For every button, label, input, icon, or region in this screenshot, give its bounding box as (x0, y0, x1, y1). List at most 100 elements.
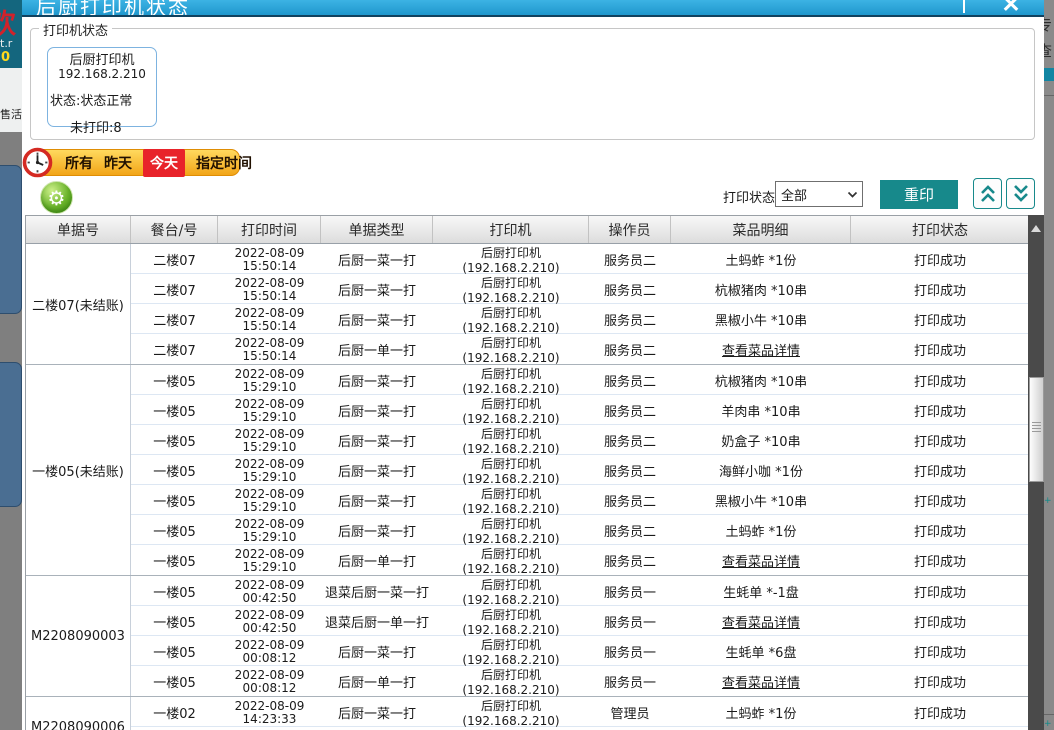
cell-doc-type: 后厨一菜一打 (321, 280, 433, 299)
table-row[interactable]: 一楼052022-08-0900:08:12后厨一单一打后厨打印机(192.16… (131, 666, 1029, 696)
print-status-select[interactable]: 全部 (775, 181, 863, 207)
scrollbar-thumb[interactable] (1029, 377, 1044, 482)
clock-icon (22, 147, 53, 178)
scrollbar-up-arrow[interactable] (1028, 215, 1044, 241)
column-header-print-time: 打印时间 (218, 216, 321, 243)
cell-printer: 后厨打印机(192.168.2.210) (433, 666, 589, 697)
cell-dish-detail: 海鲜小咖 *1份 (671, 461, 851, 480)
cell-dish-detail: 土蚂蚱 *1份 (671, 703, 851, 722)
cell-print-status: 打印成功 (851, 642, 1029, 661)
close-icon: ✕ (1001, 0, 1020, 17)
table-row[interactable]: 一楼052022-08-0900:42:50退菜后厨一菜一打后厨打印机(192.… (131, 576, 1029, 606)
reprint-button[interactable]: 重印 (880, 180, 958, 209)
printer-status-text: 状态:状态正常 (48, 90, 156, 109)
cell-printer: 后厨打印机(192.168.2.210) (433, 334, 589, 365)
table-row[interactable]: 一楼052022-08-0915:29:10后厨一菜一打后厨打印机(192.16… (131, 485, 1029, 515)
scroll-to-top-button[interactable] (973, 178, 1002, 209)
printer-card[interactable]: 后厨打印机 192.168.2.210 状态:状态正常 未打印:8 (47, 47, 157, 127)
cell-printer: 后厨打印机(192.168.2.210) (433, 697, 589, 728)
background-teal-mark: + (1044, 719, 1052, 729)
column-header-print-status: 打印状态 (851, 216, 1029, 243)
dialog-title: 后厨打印机状态 (36, 0, 190, 17)
table-row[interactable]: 一楼052022-08-0915:29:10后厨一菜一打后厨打印机(192.16… (131, 365, 1029, 395)
vertical-scrollbar[interactable] (1028, 215, 1044, 730)
logo-url-fragment: t.r (0, 37, 12, 50)
table-row[interactable]: 二楼072022-08-0915:50:14后厨一菜一打后厨打印机(192.16… (131, 274, 1029, 304)
background-app-logo: 欢 t.r 0 (0, 0, 22, 68)
cell-print-status: 打印成功 (851, 521, 1029, 540)
kitchen-printer-status-dialog: 后厨打印机状态 ✕ 打印机状态 后厨打印机 192.168.2.210 状态:状… (22, 0, 1044, 730)
view-dish-detail-link[interactable]: 查看菜品详情 (722, 676, 800, 691)
cell-table-no: 一楼02 (131, 703, 218, 722)
table-body: 二楼07(未结账)二楼072022-08-0915:50:14后厨一菜一打后厨打… (26, 244, 1029, 730)
cell-dish-detail: 查看菜品详情 (671, 340, 851, 359)
background-right-strip: 专 查 + + (1044, 0, 1054, 730)
scroll-to-bottom-button[interactable] (1006, 178, 1035, 209)
cell-table-no: 一楼05 (131, 582, 218, 601)
titlebar-divider (963, 0, 965, 13)
cell-print-time: 2022-08-0915:29:10 (218, 368, 321, 394)
cell-print-status: 打印成功 (851, 672, 1029, 691)
bill-number-cell: 二楼07(未结账) (26, 244, 131, 364)
logo-number-fragment: 0 (1, 50, 10, 65)
cell-printer: 后厨打印机(192.168.2.210) (433, 425, 589, 456)
cell-dish-detail: 黑椒小牛 *10串 (671, 310, 851, 329)
double-chevron-down-icon (1012, 184, 1030, 203)
cell-table-no: 一楼05 (131, 461, 218, 480)
cell-dish-detail: 羊肉串 *10串 (671, 401, 851, 420)
logo-character: 欢 (0, 2, 16, 41)
time-filter-yesterday[interactable]: 昨天 (104, 153, 132, 173)
cell-operator: 服务员一 (589, 672, 671, 691)
background-table-button (0, 165, 22, 314)
table-row[interactable]: 一楼052022-08-0915:29:10后厨一菜一打后厨打印机(192.16… (131, 425, 1029, 455)
cell-doc-type: 退菜后厨一菜一打 (321, 582, 433, 601)
time-filter-all[interactable]: 所有 (65, 153, 93, 173)
cell-print-status: 打印成功 (851, 280, 1029, 299)
view-dish-detail-link[interactable]: 查看菜品详情 (722, 616, 800, 631)
cell-operator: 服务员二 (589, 431, 671, 450)
cell-operator: 管理员 (589, 703, 671, 722)
cell-doc-type: 后厨一菜一打 (321, 371, 433, 390)
table-row[interactable]: 一楼052022-08-0915:29:10后厨一单一打后厨打印机(192.16… (131, 545, 1029, 575)
settings-gear-icon[interactable]: ⚙ (40, 181, 73, 214)
table-row[interactable]: 一楼052022-08-0915:29:10后厨一菜一打后厨打印机(192.16… (131, 395, 1029, 425)
table-row[interactable]: 一楼052022-08-0915:29:10后厨一菜一打后厨打印机(192.16… (131, 455, 1029, 485)
background-char-fragment: 查 (1044, 40, 1052, 61)
background-teal-bar (1044, 68, 1054, 81)
scrollbar-grip (1032, 422, 1041, 434)
bill-group-rows: 二楼072022-08-0915:50:14后厨一菜一打后厨打印机(192.16… (131, 244, 1029, 364)
cell-table-no: 二楼07 (131, 250, 218, 269)
cell-print-time: 2022-08-0915:50:14 (218, 247, 321, 273)
printer-status-groupbox: 打印机状态 后厨打印机 192.168.2.210 状态:状态正常 未打印:8 (30, 28, 1035, 140)
double-chevron-up-icon (979, 184, 997, 203)
table-row[interactable]: 一楼052022-08-0900:42:50退菜后厨一单一打后厨打印机(192.… (131, 606, 1029, 636)
bill-group: M2208090003一楼052022-08-0900:42:50退菜后厨一菜一… (26, 576, 1029, 697)
table-row[interactable]: 一楼052022-08-0915:29:10后厨一菜一打后厨打印机(192.16… (131, 515, 1029, 545)
cell-table-no: 二楼07 (131, 280, 218, 299)
background-teal-mark: + (1044, 496, 1052, 506)
cell-operator: 服务员二 (589, 310, 671, 329)
printer-name: 后厨打印机 (48, 53, 156, 68)
triangle-up-icon (1031, 225, 1041, 232)
table-row[interactable]: 一楼052022-08-0900:08:12后厨一菜一打后厨打印机(192.16… (131, 636, 1029, 666)
view-dish-detail-link[interactable]: 查看菜品详情 (722, 344, 800, 359)
cell-doc-type: 后厨一菜一打 (321, 401, 433, 420)
view-dish-detail-link[interactable]: 查看菜品详情 (722, 555, 800, 570)
bill-group: 一楼05(未结账)一楼052022-08-0915:29:10后厨一菜一打后厨打… (26, 365, 1029, 576)
print-jobs-table: 单据号 餐台/号 打印时间 单据类型 打印机 操作员 菜品明细 打印状态 二楼0… (25, 215, 1029, 730)
time-filter-today[interactable]: 今天 (143, 149, 185, 177)
table-row[interactable]: 二楼072022-08-0915:50:14后厨一菜一打后厨打印机(192.16… (131, 304, 1029, 334)
cell-printer: 后厨打印机(192.168.2.210) (433, 576, 589, 607)
cell-dish-detail: 杭椒猪肉 *10串 (671, 280, 851, 299)
background-table-button (0, 362, 22, 507)
close-button[interactable]: ✕ (994, 0, 1028, 16)
table-row[interactable]: 二楼072022-08-0915:50:14后厨一菜一打后厨打印机(192.16… (131, 244, 1029, 274)
time-filter-custom[interactable]: 指定时间 (196, 153, 252, 173)
cell-doc-type: 后厨一菜一打 (321, 250, 433, 269)
table-row[interactable]: 二楼072022-08-0915:50:14后厨一单一打后厨打印机(192.16… (131, 334, 1029, 364)
cell-printer: 后厨打印机(192.168.2.210) (433, 274, 589, 305)
table-row[interactable]: 一楼022022-08-0914:23:33后厨一菜一打后厨打印机(192.16… (131, 697, 1029, 727)
cell-dish-detail: 生蚝单 *-1盘 (671, 582, 851, 601)
cell-doc-type: 后厨一菜一打 (321, 461, 433, 480)
cell-dish-detail: 生蚝单 *6盘 (671, 642, 851, 661)
